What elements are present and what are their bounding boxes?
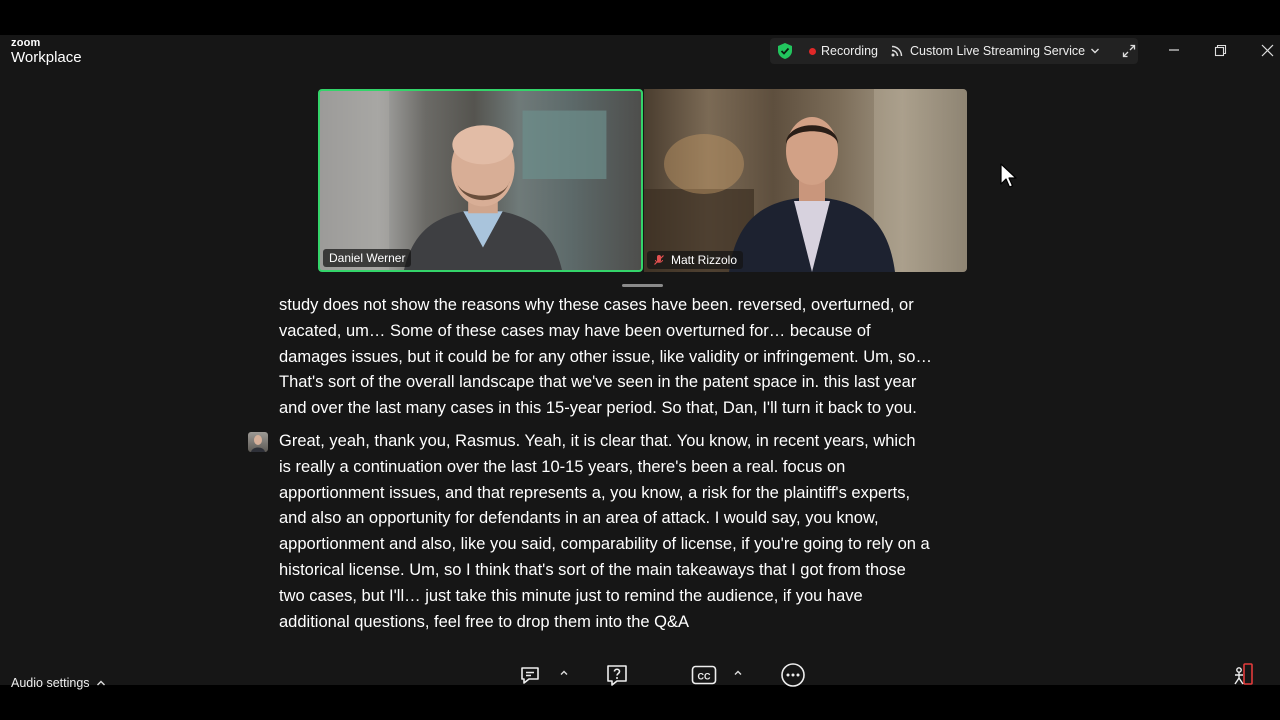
question-icon (607, 665, 627, 686)
qa-button[interactable] (604, 662, 630, 688)
participant-name-tag: Daniel Werner (323, 249, 412, 267)
app-logo: zoom Workplace (11, 37, 82, 66)
captions-button[interactable]: CC (691, 662, 717, 688)
zoom-window: zoom Workplace Recording Custom Live Str… (0, 35, 1280, 685)
video-tile-daniel-werner[interactable]: Daniel Werner (318, 89, 643, 272)
video-gallery: Daniel Werner Matt Rizzolo (318, 89, 967, 272)
title-bar: zoom Workplace Recording Custom Live Str… (0, 35, 1280, 73)
apps-button[interactable] (1230, 662, 1256, 688)
meeting-toolbar: Audio settings CC (0, 650, 1280, 690)
minimize-icon (1169, 49, 1179, 51)
streaming-service-label[interactable]: Custom Live Streaming Service (910, 44, 1085, 58)
product-name: Workplace (11, 49, 82, 66)
transcript-line: and over the last many cases in this 15-… (279, 399, 917, 418)
apps-icon (1234, 663, 1253, 685)
closed-caption-icon: CC (691, 665, 717, 685)
mouse-cursor-icon (1000, 163, 1017, 188)
transcript-line: and also an opportunity for defendants i… (279, 509, 879, 528)
participant-name-tag: Matt Rizzolo (647, 251, 744, 269)
transcript-entry: Great, yeah, thank you, Rasmus. Yeah, it… (279, 429, 1019, 631)
minimize-button[interactable] (1164, 41, 1184, 59)
video-tile-matt-rizzolo[interactable]: Matt Rizzolo (644, 89, 967, 272)
chevron-up-icon[interactable] (733, 668, 743, 678)
shield-icon[interactable] (776, 42, 794, 60)
resize-handle[interactable] (622, 284, 663, 287)
transcript-panel: study does not show the reasons why thes… (279, 293, 1039, 631)
chat-button[interactable] (517, 662, 543, 688)
audio-settings-button[interactable]: Audio settings (11, 676, 106, 690)
transcript-line: vacated, um… Some of these cases may hav… (279, 321, 871, 340)
meeting-status-bar: Recording Custom Live Streaming Service (770, 38, 1138, 64)
recording-dot-icon (809, 47, 816, 55)
chat-icon (521, 667, 539, 684)
restore-icon (1214, 44, 1226, 56)
more-icon (781, 663, 805, 687)
audio-settings-label: Audio settings (11, 676, 90, 690)
transcript-line: additional questions, feel free to drop … (279, 612, 690, 631)
participant-name: Daniel Werner (329, 251, 406, 265)
transcript-line: apportionment and also, like you said, c… (279, 535, 930, 554)
brand-name: zoom (11, 37, 41, 49)
transcript-line: study does not show the reasons why thes… (279, 296, 914, 314)
participant-video (644, 89, 967, 272)
transcript-line: damages issues, but it could be for any … (279, 347, 932, 366)
transcript-line: is really a continuation over the last 1… (279, 457, 846, 476)
expand-icon[interactable] (1122, 44, 1136, 58)
transcript-line: apportionment issues, and that represent… (279, 483, 911, 502)
chevron-up-icon[interactable] (559, 668, 569, 678)
close-button[interactable] (1257, 41, 1277, 59)
chevron-up-icon (96, 680, 105, 686)
recording-label[interactable]: Recording (821, 44, 878, 58)
live-stream-icon (891, 45, 903, 57)
transcript-line: That's sort of the overall landscape tha… (279, 373, 917, 392)
close-icon (1261, 44, 1273, 56)
participant-video (320, 91, 607, 270)
transcript-entry: study does not show the reasons why thes… (279, 293, 1019, 422)
microphone-muted-icon (654, 255, 664, 265)
svg-text:CC: CC (698, 672, 711, 682)
chevron-down-icon[interactable] (1090, 46, 1100, 56)
participant-name: Matt Rizzolo (671, 253, 738, 267)
speaker-avatar (248, 432, 268, 452)
restore-button[interactable] (1210, 41, 1230, 59)
transcript-line: Great, yeah, thank you, Rasmus. Yeah, it… (279, 432, 916, 450)
transcript-line: historical license. Um, so I think that'… (279, 560, 906, 579)
avatar-image (251, 435, 265, 452)
transcript-line: two cases, but I'll… just take this minu… (279, 586, 863, 605)
more-button[interactable] (780, 662, 806, 688)
